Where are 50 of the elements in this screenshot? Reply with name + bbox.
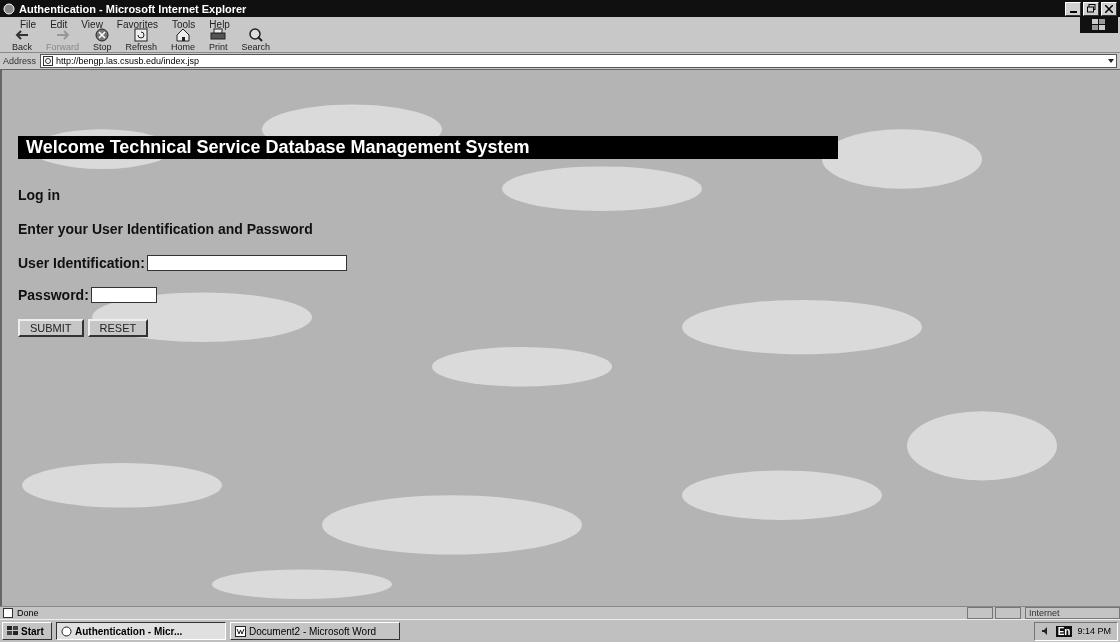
page-icon <box>3 608 13 618</box>
close-button[interactable] <box>1101 1 1117 16</box>
taskbar-button[interactable]: Authentication - Micr... <box>56 622 226 640</box>
minimize-button[interactable] <box>1065 1 1081 16</box>
status-text: Done <box>17 608 39 618</box>
windows-logo-icon <box>7 626 18 636</box>
browser-icon <box>3 2 15 15</box>
restore-icon <box>1086 4 1096 13</box>
window-title: Authentication - Microsoft Internet Explorer <box>19 2 247 15</box>
magnifier-icon <box>247 27 264 43</box>
menu-item[interactable]: File <box>20 19 37 30</box>
house-icon <box>175 27 192 43</box>
toolbar-button[interactable]: Search <box>239 27 273 52</box>
page-heading: Log in <box>18 187 60 203</box>
toolbar-button[interactable]: Back <box>10 27 34 52</box>
form-button[interactable]: RESET <box>87 319 149 337</box>
status-pane <box>995 607 1021 619</box>
toolbar-button[interactable]: Stop <box>91 27 114 52</box>
browser-icon <box>61 625 72 637</box>
taskbar-button[interactable]: Document2 - Microsoft Word <box>230 622 400 640</box>
form-button[interactable]: SUBMIT <box>18 319 84 337</box>
toolbar-button[interactable]: Refresh <box>123 27 160 52</box>
document-icon <box>235 625 246 637</box>
menu-item[interactable]: View <box>81 19 103 30</box>
refresh-icon <box>133 27 150 43</box>
address-text: http://bengp.las.csusb.edu/index.jsp <box>56 56 200 66</box>
field-label: User Identification: <box>18 255 145 271</box>
instruction-text: Enter your User Identification and Password <box>18 221 313 237</box>
start-button[interactable]: Start <box>2 622 52 640</box>
minimize-icon <box>1069 10 1077 13</box>
language-indicator[interactable]: En <box>1055 625 1073 637</box>
zone-text: Internet <box>1025 607 1120 619</box>
page-icon <box>43 56 54 66</box>
toolbar-button[interactable]: Home <box>169 27 198 52</box>
close-icon <box>1105 4 1113 13</box>
stop-icon <box>94 27 111 43</box>
menu-item[interactable]: Favorites <box>116 19 158 30</box>
input-field[interactable] <box>146 255 347 271</box>
page-banner: Welcome Technical Service Database Management System <box>18 136 838 159</box>
field-label: Password: <box>18 287 89 303</box>
menu-item[interactable]: Tools <box>172 19 196 30</box>
restore-button[interactable] <box>1083 1 1099 16</box>
address-label: Address <box>3 56 37 66</box>
menu-item[interactable]: Edit <box>50 19 68 30</box>
clock: 9:14 PM <box>1077 626 1111 636</box>
windows-logo-icon <box>1092 19 1106 31</box>
status-pane <box>967 607 993 619</box>
input-field[interactable] <box>90 287 157 303</box>
address-field[interactable]: http://bengp.las.csusb.edu/index.jsp <box>40 54 1117 68</box>
menu-item[interactable]: Help <box>209 19 230 30</box>
